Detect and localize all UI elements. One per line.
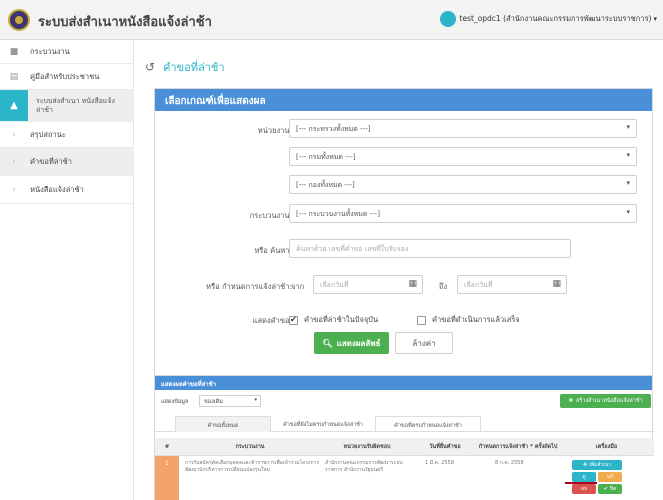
department-select[interactable]: [--- กรมทั้งหมด ---] ▾ bbox=[289, 147, 637, 166]
chevron-right-icon: › bbox=[12, 129, 16, 140]
chevron-down-icon: ▾ bbox=[626, 151, 630, 159]
sidebar-item-label: สรุปสถานะ bbox=[30, 129, 66, 139]
current-delayed-checkbox[interactable]: คำขอที่ล่าช้าในปัจจุบัน bbox=[289, 314, 378, 326]
app-title[interactable]: ระบบส่งสำเนาหนังสือแจ้งล่าช้า bbox=[38, 11, 212, 32]
plus-icon: ✚ bbox=[568, 398, 573, 404]
sidebar-item-delay-system[interactable]: ▲ ระบบส่งสำเนา หนังสือแจ้งล่าช้า bbox=[0, 90, 134, 122]
chevron-right-icon: › bbox=[12, 184, 16, 195]
history-icon: ↺ bbox=[145, 60, 156, 74]
col-next-notice: กำหนดการแจ้งล่าช้า * ครั้งถัดไป bbox=[478, 444, 558, 450]
search-icon: 🔍︎ bbox=[322, 338, 333, 348]
sidebar-item-label: หนังสือแจ้งล่าช้า bbox=[30, 184, 84, 194]
results-toolbar: แสดงข้อมูล ของเดิม ▾ ✚ สร้างสำเนาหนังสือ… bbox=[155, 390, 654, 414]
delete-button[interactable]: ลบ bbox=[572, 484, 596, 494]
checkbox-checked-icon[interactable] bbox=[289, 315, 298, 325]
results-tabs: คำขอทั้งหมด คำขอที่ยังไม่ครบกำหนดแจ้งล่า… bbox=[155, 416, 654, 432]
table-row[interactable]: 1 การรับสมัครคัดเลือกบุคคลและข้าราชการเพ… bbox=[155, 456, 654, 500]
keyword-input[interactable]: ค้นหาด้วย เลขที่คำขอ เลขที่ใบรับรอง bbox=[289, 239, 571, 258]
col-num: # bbox=[164, 444, 170, 450]
completed-checkbox[interactable]: คำขอที่ดำเนินการแล้วเสร็จ bbox=[417, 314, 520, 326]
seal-logo-icon bbox=[8, 9, 30, 31]
edit-button[interactable]: แก้ bbox=[598, 472, 622, 482]
close-button[interactable]: ✔ ปิด bbox=[598, 484, 622, 494]
col-agency: หน่วยงานรับผิดชอบ bbox=[343, 444, 391, 450]
annotation-mark bbox=[565, 482, 597, 484]
from-date-input[interactable]: เลือกวันที่ ▦ bbox=[313, 275, 423, 294]
chevron-down-icon: ▾ bbox=[626, 208, 630, 216]
sidebar-item-delay-letters[interactable]: › หนังสือแจ้งล่าช้า bbox=[0, 176, 134, 204]
process-label: กระบวนงาน: bbox=[249, 211, 292, 220]
sidebar: ■ กระบวนงาน ▤ คู่มือสำหรับประชาชน ▲ ระบบ… bbox=[0, 40, 134, 500]
calendar-icon[interactable]: ▦ bbox=[408, 279, 417, 289]
view-button[interactable]: ดู bbox=[572, 472, 596, 482]
agency-label: หน่วยงาน: bbox=[257, 126, 292, 135]
ministry-select[interactable]: [--- กระทรวงทั้งหมด ---] ▾ bbox=[289, 119, 637, 138]
page-title: คำขอที่ล่าช้า bbox=[163, 61, 225, 74]
tab-due[interactable]: คำขอที่ครบกำหนดแจ้งล่าช้า bbox=[375, 416, 481, 432]
sidebar-item-process[interactable]: ■ กระบวนงาน bbox=[0, 40, 134, 64]
sidebar-item-summary[interactable]: › สรุปสถานะ bbox=[0, 122, 134, 148]
keyword-label: หรือ ค้นหา: bbox=[254, 246, 292, 255]
chevron-down-icon: ▾ bbox=[626, 179, 630, 187]
results-panel: แสดงผลคำขอที่ล่าช้า แสดงข้อมูล ของเดิม ▾… bbox=[154, 375, 654, 500]
warning-icon: ▲ bbox=[0, 90, 28, 121]
criteria-panel-title: เลือกเกณฑ์เพื่อแสดงผล bbox=[155, 89, 652, 111]
results-panel-title: แสดงผลคำขอที่ล่าช้า bbox=[155, 376, 652, 390]
show-select[interactable]: ของเดิม ▾ bbox=[199, 395, 261, 407]
cell-process: การรับสมัครคัดเลือกบุคคลและข้าราชการเพื่… bbox=[185, 460, 320, 473]
cell-submit-date: 1 มี.ค. 2558 bbox=[425, 460, 454, 466]
plus-icon: ✚ bbox=[582, 462, 588, 468]
row-number: 1 bbox=[155, 456, 179, 500]
checkbox-icon[interactable] bbox=[417, 315, 426, 325]
page-header: ↺ คำขอที่ล่าช้า bbox=[145, 58, 225, 76]
col-tools: เครื่องมือ bbox=[595, 444, 618, 450]
table-header: # กระบวนงาน หน่วยงานรับผิดชอบ วันที่ยื่น… bbox=[155, 438, 654, 456]
top-navbar: ระบบส่งสำเนาหนังสือแจ้งล่าช้า test_opdc1… bbox=[0, 0, 663, 40]
sidebar-item-delayed-requests[interactable]: › คำขอที่ล่าช้า bbox=[0, 148, 134, 176]
process-select[interactable]: [--- กระบวนงานทั้งหมด ---] ▾ bbox=[289, 204, 637, 223]
create-letter-button[interactable]: ✚ สร้างสำเนาหนังสือแจ้งล่าช้า bbox=[560, 394, 651, 408]
sidebar-item-label: คู่มือสำหรับประชาชน bbox=[30, 71, 100, 81]
user-menu[interactable]: test_opdc1 (สำนักงานคณะกรรมการพัฒนาระบบร… bbox=[439, 11, 657, 27]
avatar[interactable] bbox=[439, 11, 456, 27]
show-results-button[interactable]: 🔍︎ แสดงผลลัพธ์ bbox=[314, 332, 389, 354]
book-icon: ▤ bbox=[9, 71, 19, 82]
cell-next-notice: 8 ก.ค. 2558 bbox=[495, 460, 524, 466]
user-name[interactable]: test_opdc1 (สำนักงานคณะกรรมการพัฒนาระบบร… bbox=[460, 13, 652, 25]
clear-button[interactable]: ล้างค่า bbox=[395, 332, 453, 354]
sidebar-item-label: กระบวนงาน bbox=[30, 46, 70, 56]
calendar-icon[interactable]: ▦ bbox=[552, 279, 561, 289]
date-label: หรือ กำหนดการแจ้งล่าช้า: bbox=[206, 282, 292, 291]
to-date-input[interactable]: เลือกวันที่ ▦ bbox=[457, 275, 567, 294]
chevron-down-icon: ▾ bbox=[626, 123, 630, 131]
chevron-down-icon: ▾ bbox=[254, 397, 257, 403]
tab-not-due[interactable]: คำขอที่ยังไม่ครบกำหนดแจ้งล่าช้า bbox=[273, 416, 373, 432]
sidebar-item-label: คำขอที่ล่าช้า bbox=[30, 156, 72, 166]
sidebar-item-manual[interactable]: ▤ คู่มือสำหรับประชาชน bbox=[0, 64, 134, 90]
show-label: แสดงข้อมูล bbox=[161, 399, 189, 405]
folder-icon: ■ bbox=[9, 46, 19, 57]
to-label: ถึง bbox=[439, 282, 448, 291]
add-copy-button[interactable]: ✚ เพิ่มสำเนา bbox=[572, 460, 622, 470]
division-select[interactable]: [--- กองทั้งหมด ---] ▾ bbox=[289, 175, 637, 194]
col-process: กระบวนงาน bbox=[235, 444, 265, 450]
caret-down-icon[interactable]: ▾ bbox=[653, 15, 657, 23]
sidebar-item-label: ระบบส่งสำเนา หนังสือแจ้งล่าช้า bbox=[36, 96, 115, 114]
chevron-right-icon: › bbox=[12, 156, 16, 167]
check-icon: ✔ bbox=[603, 486, 608, 492]
main-content: ↺ คำขอที่ล่าช้า เลือกเกณฑ์เพื่อแสดงผล หน… bbox=[135, 40, 663, 500]
tab-all[interactable]: คำขอทั้งหมด bbox=[175, 416, 271, 432]
display-label: แสดงคำขอ: bbox=[252, 316, 292, 325]
col-submit-date: วันที่ยื่นคำขอ bbox=[429, 444, 461, 450]
from-label: จาก bbox=[291, 282, 305, 291]
cell-agency: สำนักงานคณะกรรมการพัฒนาระบบราชการ สำนักง… bbox=[325, 460, 403, 473]
